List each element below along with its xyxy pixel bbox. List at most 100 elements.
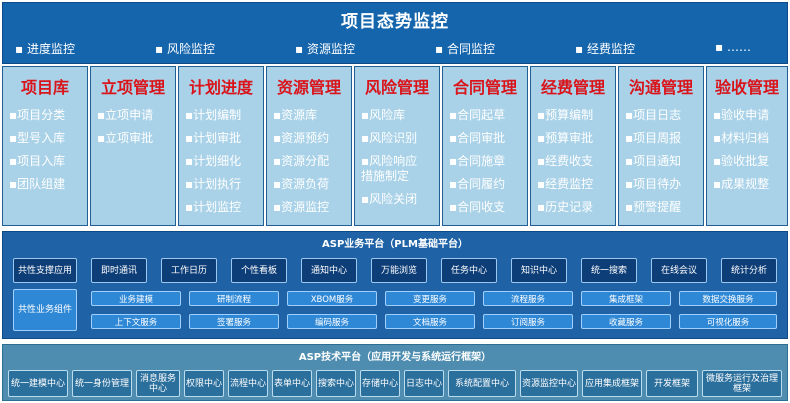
module-item[interactable]: ▪风险关闭 bbox=[361, 188, 439, 211]
service-xbom[interactable]: XBOM服务 bbox=[287, 291, 377, 306]
module-item[interactable]: ▪预算编制 bbox=[537, 104, 615, 127]
service-signing[interactable]: 签署服务 bbox=[189, 314, 279, 329]
module-item[interactable]: ▪项目通知 bbox=[625, 150, 703, 173]
subnav-risk[interactable]: ▪ 风险监控 bbox=[155, 40, 215, 57]
module-item[interactable]: ▪计划细化 bbox=[185, 150, 263, 173]
module-schedule[interactable]: 计划进度 ▪计划编制 ▪计划审批 ▪计划细化 ▪计划执行 ▪计划监控 bbox=[178, 66, 264, 226]
tech-log[interactable]: 日志中心 bbox=[404, 370, 444, 397]
module-item[interactable]: ▪计划监控 bbox=[185, 196, 263, 219]
module-columns: 项目库 ▪项目分类 ▪型号入库 ▪项目入库 ▪团队组建 立项管理 ▪立项申请 ▪… bbox=[2, 66, 788, 228]
service-change[interactable]: 变更服务 bbox=[385, 291, 475, 306]
module-item[interactable]: ▪合同施章 bbox=[449, 150, 527, 173]
service-data-exchange[interactable]: 数据交换服务 bbox=[679, 291, 777, 306]
service-favorites[interactable]: 收藏服务 bbox=[581, 314, 671, 329]
app-statistics[interactable]: 统计分析 bbox=[721, 258, 777, 283]
module-item[interactable]: ▪立项审批 bbox=[97, 127, 175, 150]
subnav-more[interactable]: ▪ …… bbox=[715, 40, 751, 54]
tech-workflow[interactable]: 流程中心 bbox=[228, 370, 268, 397]
subnav-progress[interactable]: ▪ 进度监控 bbox=[15, 40, 75, 57]
service-dev-process[interactable]: 研制流程 bbox=[189, 291, 279, 306]
module-initiation[interactable]: 立项管理 ▪立项申请 ▪立项审批 bbox=[90, 66, 176, 226]
tech-app-integration[interactable]: 应用集成框架 bbox=[582, 370, 642, 397]
module-item[interactable]: ▪合同履约 bbox=[449, 173, 527, 196]
app-online-meeting[interactable]: 在线会议 bbox=[651, 258, 707, 283]
module-item[interactable]: ▪经费收支 bbox=[537, 150, 615, 173]
module-item[interactable]: ▪预警提醒 bbox=[625, 196, 703, 219]
module-item[interactable]: ▪合同起草 bbox=[449, 104, 527, 127]
module-item[interactable]: ▪成果规整 bbox=[713, 173, 787, 196]
app-universal-browse[interactable]: 万能浏览 bbox=[371, 258, 427, 283]
module-contract[interactable]: 合同管理 ▪合同起草 ▪合同审批 ▪合同施章 ▪合同履约 ▪合同收支 bbox=[442, 66, 528, 226]
module-project-library[interactable]: 项目库 ▪项目分类 ▪型号入库 ▪项目入库 ▪团队组建 bbox=[2, 66, 88, 226]
subnav-contract[interactable]: ▪ 合同监控 bbox=[435, 40, 495, 57]
tech-unified-modeling[interactable]: 统一建模中心 bbox=[8, 370, 68, 397]
tech-form[interactable]: 表单中心 bbox=[272, 370, 312, 397]
module-item[interactable]: ▪风险响应措施制定 bbox=[361, 150, 427, 188]
service-context[interactable]: 上下文服务 bbox=[91, 314, 181, 329]
service-integration[interactable]: 集成框架 bbox=[581, 291, 671, 306]
module-title: 立项管理 bbox=[100, 78, 165, 97]
tech-permission[interactable]: 权限中心 bbox=[184, 370, 224, 397]
module-resource[interactable]: 资源管理 ▪资源库 ▪资源预约 ▪资源分配 ▪资源负荷 ▪资源监控 bbox=[266, 66, 352, 226]
app-knowledge-center[interactable]: 知识中心 bbox=[511, 258, 567, 283]
module-acceptance[interactable]: 验收管理 ▪验收申请 ▪材料归档 ▪验收批复 ▪成果规整 bbox=[706, 66, 788, 226]
tech-storage[interactable]: 存储中心 bbox=[360, 370, 400, 397]
module-item[interactable]: ▪型号入库 bbox=[9, 127, 87, 150]
module-item[interactable]: ▪资源分配 bbox=[273, 150, 351, 173]
module-risk[interactable]: 风险管理 ▪风险库 ▪风险识别 ▪风险响应措施制定 ▪风险关闭 bbox=[354, 66, 440, 226]
module-title: 合同管理 bbox=[452, 78, 517, 97]
module-item[interactable]: ▪团队组建 bbox=[9, 173, 87, 196]
module-item[interactable]: ▪验收申请 bbox=[713, 104, 787, 127]
tech-system-config[interactable]: 系统配置中心 bbox=[448, 370, 516, 397]
module-item[interactable]: ▪合同收支 bbox=[449, 196, 527, 219]
module-item[interactable]: ▪经费监控 bbox=[537, 173, 615, 196]
module-item[interactable]: ▪验收批复 bbox=[713, 150, 787, 173]
module-item[interactable]: ▪项目分类 bbox=[9, 104, 87, 127]
service-subscription[interactable]: 订阅服务 bbox=[483, 314, 573, 329]
service-modeling[interactable]: 业务建模 bbox=[91, 291, 181, 306]
module-item[interactable]: ▪风险识别 bbox=[361, 127, 439, 150]
technology-platform: ASP技术平台（应用开发与系统运行框架） 统一建模中心 统一身份管理 消息服务中… bbox=[2, 344, 788, 401]
service-visualization[interactable]: 可视化服务 bbox=[679, 314, 777, 329]
module-item[interactable]: ▪项目日志 bbox=[625, 104, 703, 127]
app-unified-search[interactable]: 统一搜索 bbox=[581, 258, 637, 283]
module-item[interactable]: ▪计划执行 bbox=[185, 173, 263, 196]
module-item[interactable]: ▪合同审批 bbox=[449, 127, 527, 150]
app-work-calendar[interactable]: 工作日历 bbox=[161, 258, 217, 283]
module-title: 风险管理 bbox=[364, 78, 429, 97]
module-item[interactable]: ▪计划编制 bbox=[185, 104, 263, 127]
subnav-resource[interactable]: ▪ 资源监控 bbox=[295, 40, 355, 57]
service-coding[interactable]: 编码服务 bbox=[287, 314, 377, 329]
module-item[interactable]: ▪资源负荷 bbox=[273, 173, 351, 196]
service-document[interactable]: 文档服务 bbox=[385, 314, 475, 329]
tech-microservice[interactable]: 微服务运行及治理框架 bbox=[702, 370, 782, 397]
subnav-funding[interactable]: ▪ 经费监控 bbox=[575, 40, 635, 57]
app-personal-board[interactable]: 个性看板 bbox=[231, 258, 287, 283]
module-funding[interactable]: 经费管理 ▪预算编制 ▪预算审批 ▪经费收支 ▪经费监控 ▪历史记录 bbox=[530, 66, 616, 226]
module-communication[interactable]: 沟通管理 ▪项目日志 ▪项目周报 ▪项目通知 ▪项目待办 ▪预警提醒 bbox=[618, 66, 704, 226]
module-item[interactable]: ▪历史记录 bbox=[537, 196, 615, 219]
technology-platform-title: ASP技术平台（应用开发与系统运行框架） bbox=[298, 352, 492, 363]
tech-dev-framework[interactable]: 开发框架 bbox=[646, 370, 698, 397]
app-common-support[interactable]: 共性支撑应用 bbox=[13, 258, 77, 283]
app-notification-center[interactable]: 通知中心 bbox=[301, 258, 357, 283]
module-item[interactable]: ▪项目周报 bbox=[625, 127, 703, 150]
app-instant-messaging[interactable]: 即时通讯 bbox=[91, 258, 147, 283]
app-task-center[interactable]: 任务中心 bbox=[441, 258, 497, 283]
tech-search[interactable]: 搜索中心 bbox=[316, 370, 356, 397]
common-component-group[interactable]: 共性业务组件 bbox=[13, 289, 77, 331]
module-item[interactable]: ▪风险库 bbox=[361, 104, 439, 127]
module-item[interactable]: ▪资源库 bbox=[273, 104, 351, 127]
module-item[interactable]: ▪材料归档 bbox=[713, 127, 787, 150]
tech-identity[interactable]: 统一身份管理 bbox=[72, 370, 132, 397]
module-item[interactable]: ▪立项申请 bbox=[97, 104, 175, 127]
service-workflow[interactable]: 流程服务 bbox=[483, 291, 573, 306]
module-item[interactable]: ▪项目待办 bbox=[625, 173, 703, 196]
tech-message[interactable]: 消息服务中心 bbox=[136, 370, 180, 397]
module-item[interactable]: ▪资源监控 bbox=[273, 196, 351, 219]
tech-resource-monitor[interactable]: 资源监控中心 bbox=[520, 370, 578, 397]
module-item[interactable]: ▪计划审批 bbox=[185, 127, 263, 150]
module-item[interactable]: ▪资源预约 bbox=[273, 127, 351, 150]
module-item[interactable]: ▪项目入库 bbox=[9, 150, 87, 173]
module-item[interactable]: ▪预算审批 bbox=[537, 127, 615, 150]
